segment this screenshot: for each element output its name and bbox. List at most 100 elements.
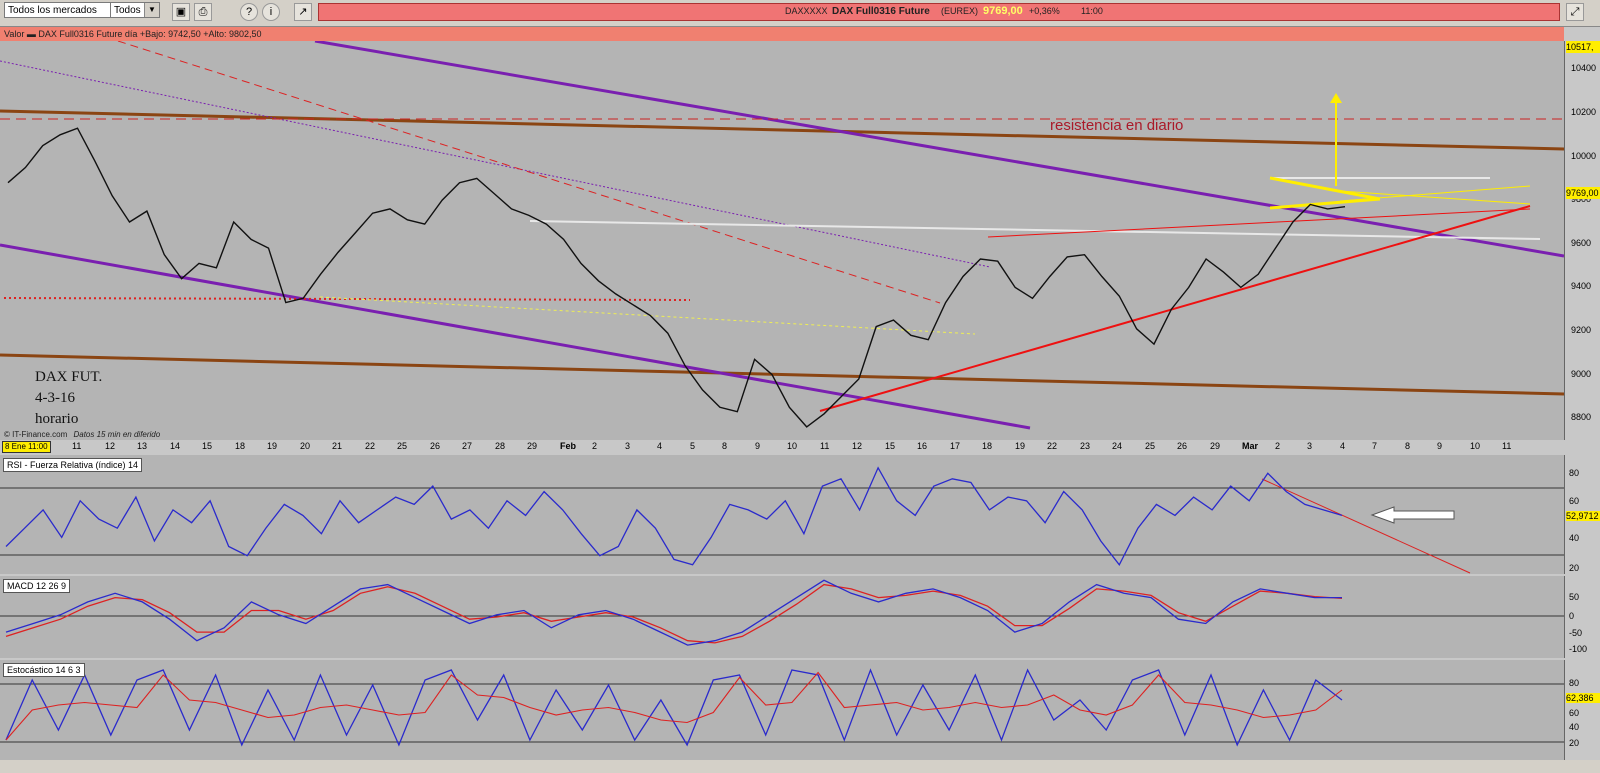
white-support-line [529,220,1541,240]
brown-trendline-bottom [0,353,1565,396]
x-tick-label: 2 [592,441,598,451]
price-chart [0,39,1565,430]
source-credit-text: © IT-Finance.com [4,430,68,439]
stoch-k-line [5,668,1343,747]
stoch-tick: 60 [1569,708,1580,718]
x-tick-label: 5 [690,441,696,451]
x-tick-label: 19 [267,441,278,451]
info-icon[interactable]: i [262,3,280,21]
price-tick: 10000 [1571,151,1597,161]
price-axis: 10517, 10400 10200 10000 9800 9600 9400 9200 90… [1564,41,1600,440]
macd-series [5,579,1343,646]
x-tick-label: 14 [170,441,181,451]
rsi-value-label: 52,9712 [1566,511,1600,521]
x-tick-label: 24 [1112,441,1123,451]
x-tick-label: 22 [365,441,376,451]
stochastic-panel: Estocástico 14 6 3 [0,660,1564,760]
x-tick-label: 27 [462,441,473,451]
x-tick-label: Mar [1242,441,1259,451]
rsi-line [5,466,1343,567]
chevron-down-icon[interactable]: ▼ [144,3,159,17]
x-tick-label: 10 [787,441,798,451]
x-tick-label: 17 [950,441,961,451]
source-credit: © IT-Finance.com Datos 15 min en diferid… [4,430,160,439]
x-tick-label: 29 [1210,441,1221,451]
rsi-tick: 20 [1569,563,1580,573]
print-icon[interactable]: ⎙ [194,3,212,21]
chart-note: DAX FUT. 4-3-16 horario [35,367,102,430]
x-tick-label: 13 [137,441,148,451]
x-tick-label: 26 [430,441,441,451]
filter-select-value: Todos [114,5,141,16]
rsi-tick: 40 [1569,533,1580,543]
x-tick-label: 4 [657,441,663,451]
macd-tick: 0 [1569,611,1575,621]
stochastic-label: Estocástico 14 6 3 [3,663,85,677]
x-tick-label: 20 [300,441,311,451]
macd-chart [0,579,1564,646]
macd-axis: 50 0 -50 -100 [1564,576,1600,658]
x-tick-label: 11 [72,441,82,451]
quote-bar: DAXXXXX DAX Full0316 Future (EUREX) 9769… [318,3,1560,21]
stochastic-axis: 80 62,386 60 40 20 [1564,660,1600,760]
stoch-tick: 80 [1569,678,1580,688]
x-tick-label: 11 [820,441,830,451]
current-price-label: 9769,00 [1566,187,1600,199]
arrow-left-icon [1370,506,1455,524]
price-change: +0,36% [1029,6,1060,16]
yellow-arrow-icon [1330,93,1342,103]
red-uptrend-line [819,205,1531,412]
price-tick: 9400 [1571,281,1592,291]
note-line-1: DAX FUT. [35,369,103,385]
rsi-tick: 60 [1569,496,1580,506]
x-tick-label: 4 [1340,441,1346,451]
price-tick: 8800 [1571,412,1592,422]
toolbar: Todos los mercados ▼ Todos ▼ ▣ ⎙ ? i ↗ D… [0,0,1600,27]
x-tick-label: 19 [1015,441,1026,451]
symbol-code: DAXXXXX [785,6,828,16]
x-tick-label: 3 [625,441,631,451]
x-tick-label: 9 [1437,441,1443,451]
price-tick: 9000 [1571,369,1592,379]
yellow-triangle-bottom [1269,197,1381,210]
stochastic-chart [0,668,1564,747]
main-panel-header: Valor ▬ DAX Full0316 Future día +Bajo: 9… [0,27,1564,41]
resistance-annotation: resistencia en diario [1050,117,1184,134]
save-icon[interactable]: ▣ [172,3,190,21]
macd-panel: MACD 12 26 9 [0,576,1564,658]
x-tick-label: 8 [722,441,728,451]
x-tick-label: 15 [202,441,213,451]
chart-icon[interactable]: ↗ [294,3,312,21]
red-dotted-support [3,297,691,301]
macd-tick: -50 [1569,628,1583,638]
x-tick-label: 9 [755,441,761,451]
x-tick-label: 26 [1177,441,1188,451]
help-icon[interactable]: ? [240,3,258,21]
chart-toggle-icon[interactable]: ⤢ [1566,3,1584,21]
x-tick-label: 18 [982,441,993,451]
rsi-panel: RSI - Fuerza Relativa (índice) 14 [0,455,1564,574]
red-dashed-downtrend [117,40,941,304]
rsi-series [5,466,1343,567]
price-tick: 9200 [1571,325,1592,335]
purple-dotted-line [0,60,991,268]
delay-note: Datos 15 min en diferido [73,430,161,439]
price-tick: 10200 [1571,107,1597,117]
market-select-value: Todos los mercados [8,5,97,16]
rsi-tick: 80 [1569,468,1580,478]
stochastic-series [5,668,1343,747]
price-tick: 9600 [1571,238,1592,248]
x-tick-label: 22 [1047,441,1058,451]
yellow-dotted-line [319,296,976,335]
macd-label: MACD 12 26 9 [3,579,71,593]
brown-trendline-top [0,109,1565,151]
exchange: (EUREX) [941,6,979,16]
macd-tick: -100 [1569,644,1588,654]
x-tick-label: 15 [885,441,896,451]
x-tick-label: 25 [1145,441,1156,451]
macd-tick: 50 [1569,592,1580,602]
filter-select[interactable]: Todos ▼ [110,2,160,18]
x-tick-label: 10 [1470,441,1481,451]
purple-channel-bottom [0,243,1031,430]
x-tick-label: 8 [1405,441,1411,451]
